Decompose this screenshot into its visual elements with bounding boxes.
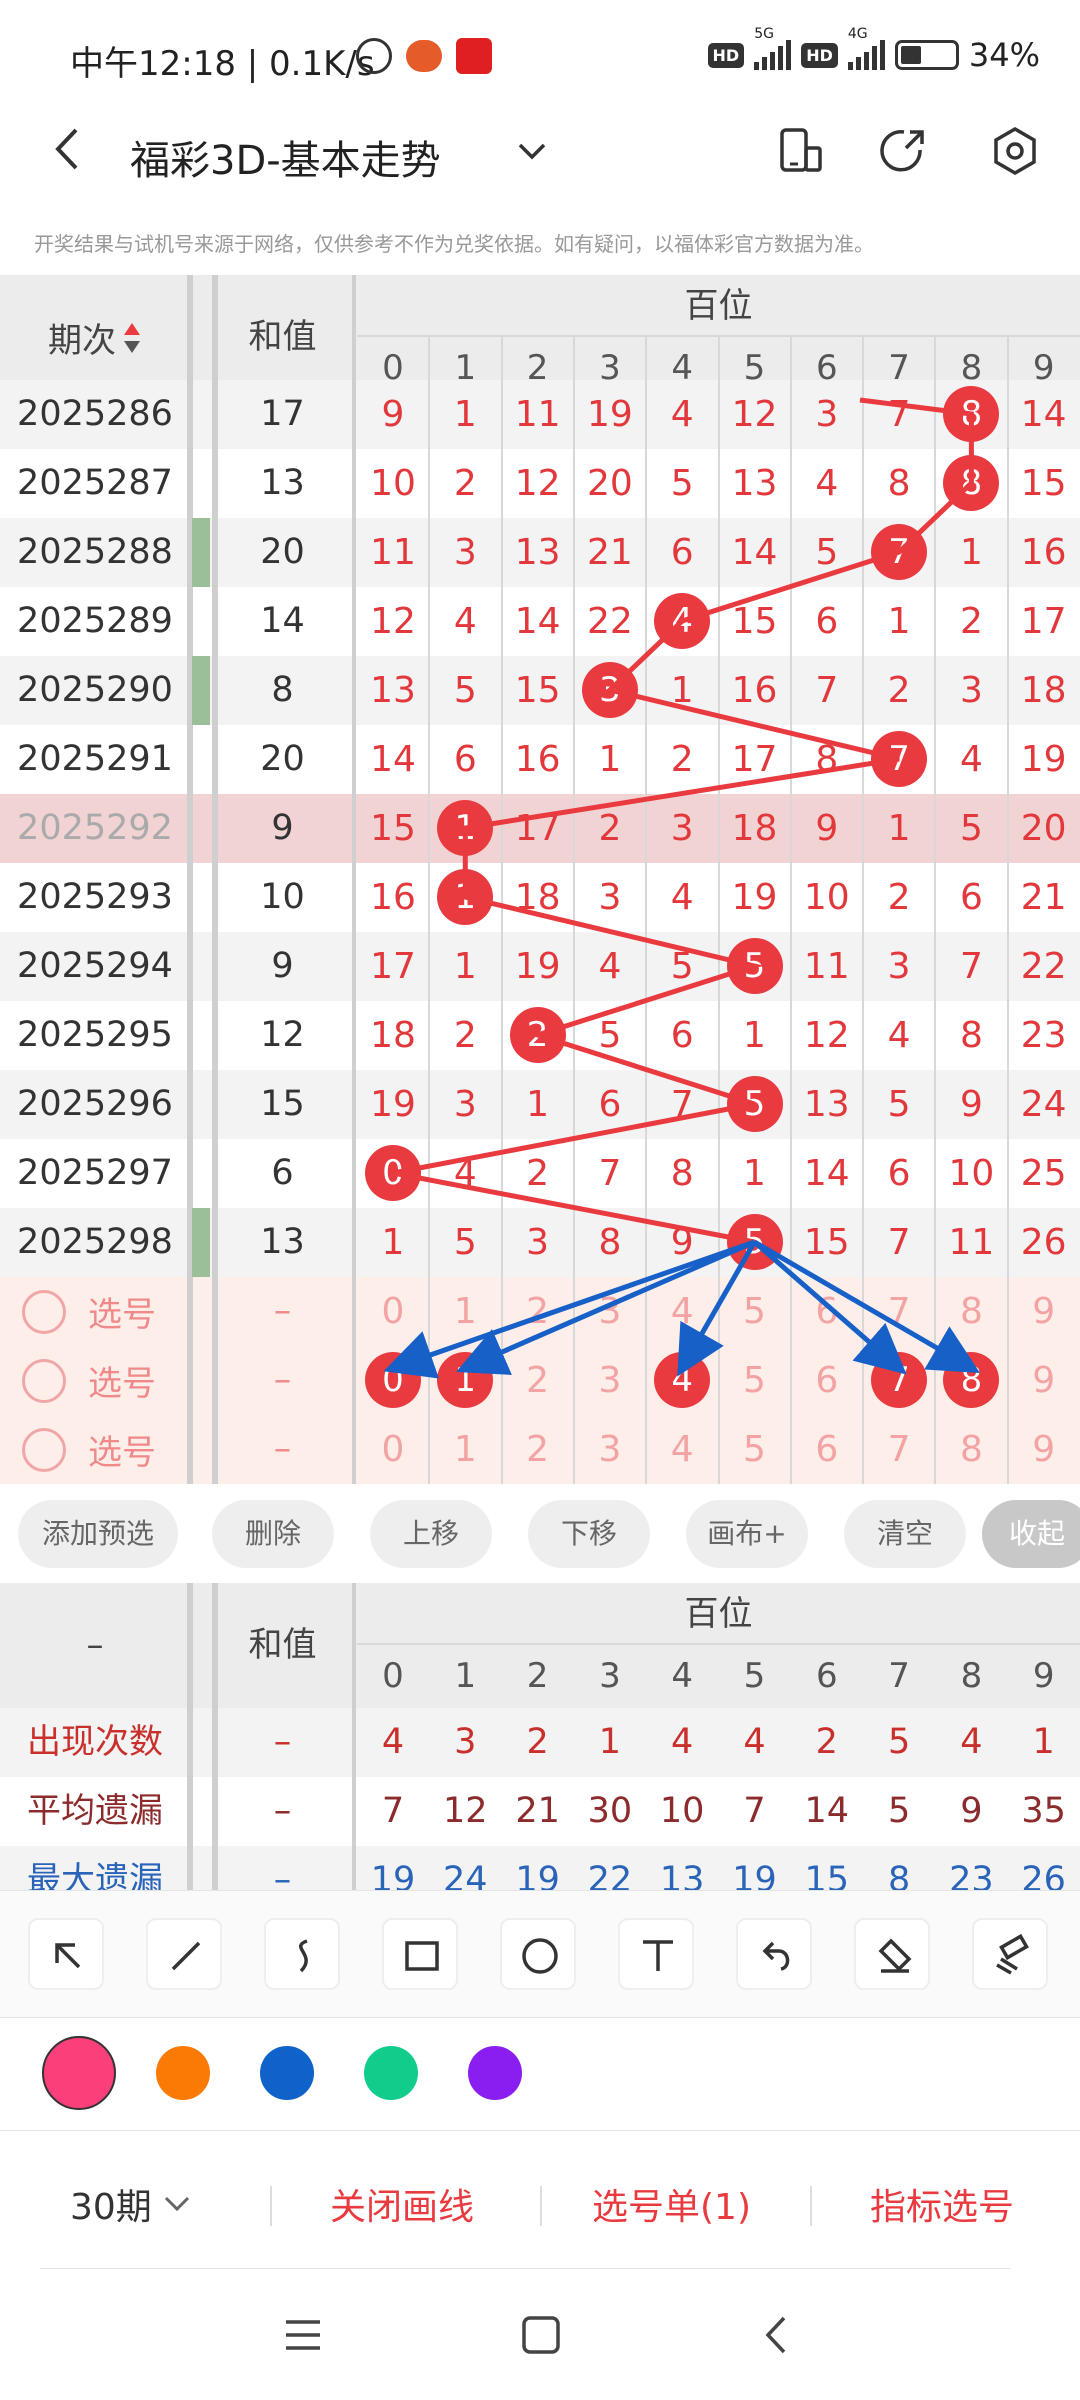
close-lines-button[interactable]: 关闭画线 bbox=[330, 2178, 474, 2230]
stats-cell: 12 bbox=[443, 1791, 488, 1831]
stats-cell: 21 bbox=[515, 1791, 560, 1831]
stats-cell: 23 bbox=[949, 1860, 994, 1890]
stats-separator bbox=[187, 1583, 193, 1890]
stats-separator bbox=[352, 1583, 356, 1890]
text-tool-icon[interactable] bbox=[618, 1918, 694, 1990]
line-tool-icon[interactable] bbox=[146, 1918, 222, 1990]
clear-canvas-icon[interactable] bbox=[972, 1918, 1048, 1990]
color-swatch[interactable] bbox=[468, 2046, 522, 2100]
stats-cell: 8 bbox=[887, 1860, 911, 1890]
stats-cell: 24 bbox=[443, 1860, 488, 1890]
stats-sum: – bbox=[273, 1791, 292, 1831]
stats-cell: 14 bbox=[804, 1791, 850, 1831]
freehand-tool-icon[interactable] bbox=[264, 1918, 340, 1990]
stats-cell: 19 bbox=[515, 1860, 560, 1890]
period-count-label: 30期 bbox=[70, 2187, 152, 2228]
color-swatch[interactable] bbox=[156, 2046, 210, 2100]
stats-cell: 5 bbox=[887, 1791, 911, 1831]
stats-label: 出现次数 bbox=[27, 1722, 163, 1762]
stats-cell: 13 bbox=[659, 1860, 705, 1890]
color-swatch[interactable] bbox=[260, 2046, 314, 2100]
bottom-divider bbox=[270, 2186, 272, 2226]
period-count-selector[interactable]: 30期 bbox=[70, 2178, 192, 2230]
stats-cell: 4 bbox=[381, 1722, 405, 1762]
chevron-down-icon bbox=[164, 2196, 189, 2212]
undo-icon[interactable] bbox=[736, 1918, 812, 1990]
stats-cell: 4 bbox=[743, 1722, 766, 1762]
color-divider bbox=[0, 2130, 1080, 2131]
stats-cell: 19 bbox=[370, 1860, 416, 1890]
indicator-select-button[interactable]: 指标选号 bbox=[870, 2178, 1014, 2230]
eraser-icon[interactable] bbox=[854, 1918, 930, 1990]
menu-icon[interactable] bbox=[282, 2314, 324, 2356]
bottom-divider bbox=[540, 2186, 542, 2226]
rectangle-tool-icon[interactable] bbox=[382, 1918, 458, 1990]
stats-separator bbox=[212, 1583, 218, 1890]
home-icon[interactable] bbox=[520, 2314, 562, 2356]
stats-cell: 9 bbox=[960, 1791, 983, 1831]
stats-cell: 2 bbox=[526, 1722, 549, 1762]
stats-cell: 10 bbox=[659, 1791, 705, 1831]
color-swatch[interactable] bbox=[364, 2046, 418, 2100]
circle-tool-icon[interactable] bbox=[500, 1918, 576, 1990]
stats-cell: 19 bbox=[732, 1860, 777, 1890]
stats-cell: 5 bbox=[887, 1722, 911, 1762]
stats-cell: 4 bbox=[671, 1722, 694, 1762]
stats-cell: 1 bbox=[598, 1722, 622, 1762]
stats-cell: 26 bbox=[1021, 1860, 1066, 1890]
stats-cell: 4 bbox=[960, 1722, 983, 1762]
stats-cell: 35 bbox=[1021, 1791, 1066, 1831]
stats-cell: 2 bbox=[815, 1722, 838, 1762]
stats-cell: 15 bbox=[804, 1860, 850, 1890]
bottom-divider bbox=[810, 2186, 812, 2226]
stats-sum: – bbox=[273, 1860, 292, 1890]
arrow-tool-icon[interactable] bbox=[28, 1918, 104, 1990]
stats-label: 平均遗漏 bbox=[27, 1791, 163, 1831]
stats-cell: 7 bbox=[743, 1791, 766, 1831]
stats-cell: 1 bbox=[1032, 1722, 1055, 1762]
bottom-divider bbox=[40, 2268, 1010, 2269]
selection-list-button[interactable]: 选号单(1) bbox=[592, 2178, 751, 2230]
stats-sum: – bbox=[273, 1722, 292, 1762]
stats-cell: 22 bbox=[587, 1860, 633, 1890]
stats-rows: 出现次数 –4 3 2 1 4 4 2 5 4 1 平均遗漏 –7 12 21 30 10 7 14 5 9 35 最大遗漏… bbox=[0, 0, 1080, 1890]
back-icon[interactable] bbox=[756, 2314, 798, 2356]
stats-cell: 7 bbox=[381, 1791, 405, 1831]
stats-label: 最大遗漏 bbox=[27, 1860, 163, 1890]
stats-cell: 3 bbox=[454, 1722, 477, 1762]
color-swatch[interactable] bbox=[42, 2036, 116, 2110]
stats-cell: 30 bbox=[587, 1791, 633, 1831]
